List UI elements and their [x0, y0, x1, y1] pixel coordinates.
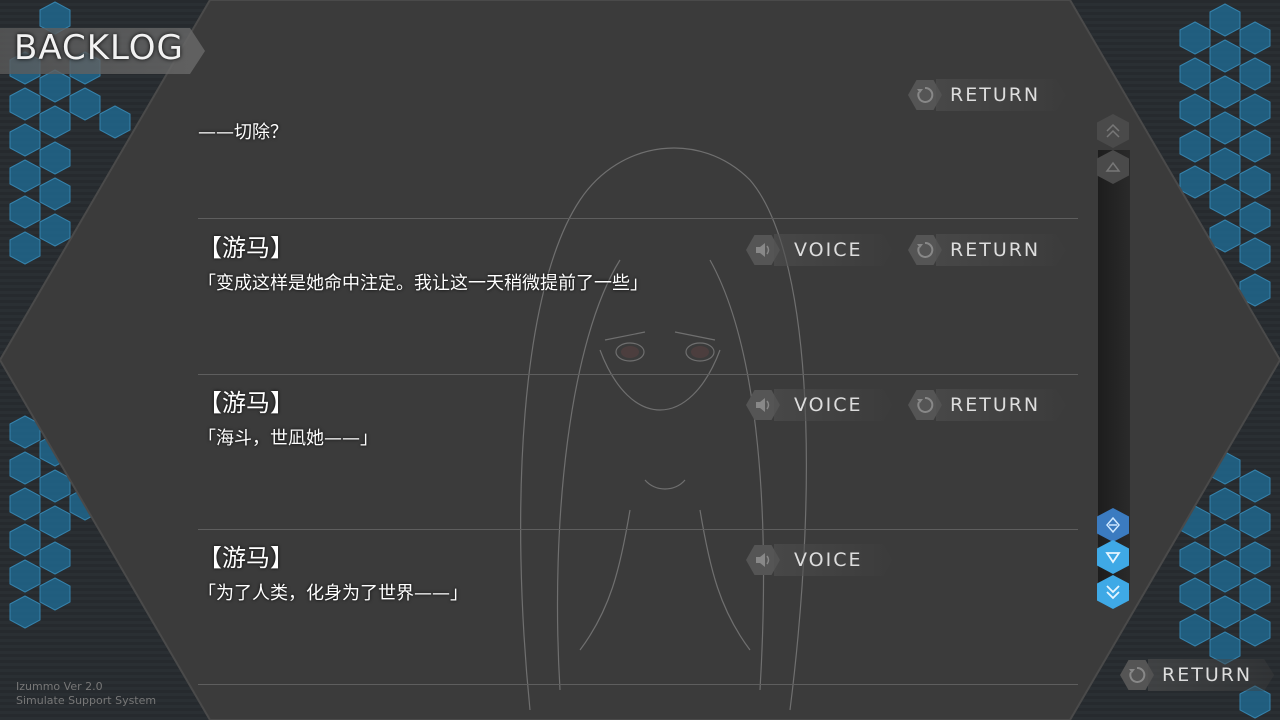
main-return-button[interactable]: RETURN — [1120, 659, 1275, 691]
down-icon — [1097, 540, 1129, 574]
entry-text: ——切除？ — [198, 122, 288, 143]
voice-label: VOICE — [774, 544, 893, 576]
return-label: RETURN — [936, 389, 1067, 421]
entry-text: 「为了人类，化身为了世界——」 — [198, 583, 468, 604]
jump-icon — [1097, 508, 1129, 542]
return-label: RETURN — [936, 79, 1067, 111]
scroll-top-button[interactable] — [1097, 114, 1129, 148]
entry-divider — [198, 684, 1078, 685]
voice-button[interactable]: VOICE — [746, 389, 893, 421]
return-button[interactable]: RETURN — [908, 79, 1067, 111]
entry-divider — [198, 218, 1078, 219]
version-line: Izummo Ver 2.0 — [16, 680, 103, 693]
double-down-icon — [1097, 575, 1129, 609]
up-icon — [1097, 150, 1129, 184]
log-entry: ——切除？ — [198, 118, 1078, 144]
version-info: Izummo Ver 2.0 Simulate Support System — [16, 680, 156, 708]
return-button[interactable]: RETURN — [908, 389, 1067, 421]
page-title: BACKLOG — [14, 28, 184, 68]
scroll-thumb[interactable] — [1097, 508, 1129, 542]
entry-divider — [198, 529, 1078, 530]
scroll-up-button[interactable] — [1097, 150, 1129, 184]
entry-text: 「海斗，世凪她——」 — [198, 428, 378, 449]
double-up-icon — [1097, 114, 1129, 148]
voice-button[interactable]: VOICE — [746, 234, 893, 266]
voice-label: VOICE — [774, 389, 893, 421]
return-label: RETURN — [936, 234, 1067, 266]
scroll-down-button[interactable] — [1097, 540, 1129, 574]
entry-speaker: 【游马】 — [198, 544, 294, 572]
scroll-bottom-button[interactable] — [1097, 575, 1129, 609]
version-subtitle: Simulate Support System — [16, 694, 157, 707]
main-return-label: RETURN — [1148, 659, 1275, 691]
voice-button[interactable]: VOICE — [746, 544, 893, 576]
voice-label: VOICE — [774, 234, 893, 266]
return-button[interactable]: RETURN — [908, 234, 1067, 266]
log-entry: 【游马】 「为了人类，化身为了世界——」 — [198, 538, 1078, 605]
entry-text: 「变成这样是她命中注定。我让这一天稍微提前了一些」 — [198, 273, 648, 294]
entry-divider — [198, 374, 1078, 375]
